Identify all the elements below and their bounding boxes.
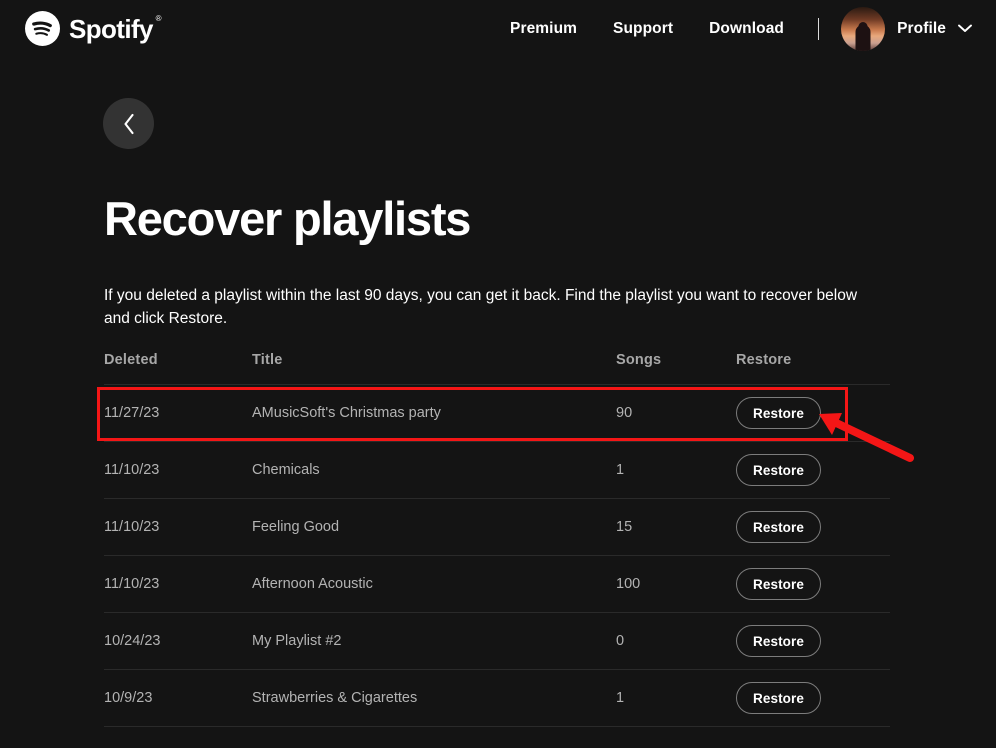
restore-button[interactable]: Restore [736, 397, 821, 429]
cell-songs: 1 [616, 441, 736, 499]
table-row: 10/9/23 Strawberries & Cigarettes 1 Restore [104, 669, 890, 727]
cell-restore: Restore [736, 612, 890, 670]
cell-songs: 0 [616, 612, 736, 670]
table-header-row: Deleted Title Songs Restore [104, 352, 890, 385]
table-header: Deleted Title Songs Restore [104, 352, 890, 385]
cell-title: Strawberries & Cigarettes [252, 669, 616, 727]
table-body: 11/27/23 AMusicSoft's Christmas party 90 Re… [104, 384, 890, 727]
cell-restore: Restore [736, 384, 890, 442]
table-row: 11/27/23 AMusicSoft's Christmas party 90 Re… [104, 384, 890, 442]
table-row: 11/10/23 Afternoon Acoustic 100 Restore [104, 555, 890, 613]
primary-nav-links: Premium Support Download [492, 0, 835, 57]
cell-restore: Restore [736, 669, 890, 727]
cell-title: Afternoon Acoustic [252, 555, 616, 613]
chevron-down-icon [958, 24, 972, 33]
cell-deleted: 11/10/23 [104, 498, 252, 556]
cell-deleted: 11/27/23 [104, 384, 252, 442]
cell-title: AMusicSoft's Christmas party [252, 384, 616, 442]
nav-link-premium[interactable]: Premium [492, 20, 595, 38]
nav-link-download[interactable]: Download [691, 20, 802, 38]
restore-button[interactable]: Restore [736, 511, 821, 543]
cell-songs: 15 [616, 498, 736, 556]
cell-deleted: 10/24/23 [104, 612, 252, 670]
spotify-logo-icon [25, 11, 60, 46]
cell-songs: 90 [616, 384, 736, 442]
cell-title: My Playlist #2 [252, 612, 616, 670]
page-description: If you deleted a playlist within the las… [104, 287, 858, 327]
cell-restore: Restore [736, 498, 890, 556]
back-button[interactable] [103, 98, 154, 149]
cell-restore: Restore [736, 441, 890, 499]
cell-restore: Restore [736, 555, 890, 613]
cell-title: Chemicals [252, 441, 616, 499]
nav-divider [818, 17, 819, 40]
spotify-logo-link[interactable]: Spotify ® [25, 11, 162, 46]
column-header-title: Title [252, 352, 283, 368]
cell-deleted: 10/9/23 [104, 669, 252, 727]
avatar-body [855, 24, 871, 51]
recover-playlists-page: Spotify ® Premium Support Download Profi… [0, 0, 996, 748]
column-header-deleted: Deleted [104, 352, 158, 368]
profile-label: Profile [897, 19, 946, 37]
registered-mark: ® [155, 13, 162, 23]
top-navigation-bar: Spotify ® Premium Support Download Profi… [0, 0, 996, 57]
cell-songs: 1 [616, 669, 736, 727]
table-row: 11/10/23 Chemicals 1 Restore [104, 441, 890, 499]
avatar [841, 6, 886, 51]
chevron-left-icon [121, 113, 137, 135]
table-row: 11/10/23 Feeling Good 15 Restore [104, 498, 890, 556]
column-header-songs: Songs [616, 352, 662, 368]
brand-name: Spotify [69, 13, 154, 44]
cell-songs: 100 [616, 555, 736, 613]
cell-deleted: 11/10/23 [104, 441, 252, 499]
column-header-restore: Restore [736, 352, 792, 368]
cell-deleted: 11/10/23 [104, 555, 252, 613]
brand-wordmark: Spotify ® [69, 13, 162, 44]
cell-title: Feeling Good [252, 498, 616, 556]
restore-button[interactable]: Restore [736, 568, 821, 600]
profile-menu-button[interactable]: Profile [841, 0, 972, 57]
page-title: Recover playlists [104, 192, 471, 245]
restore-button[interactable]: Restore [736, 682, 821, 714]
nav-link-support[interactable]: Support [595, 20, 691, 38]
recover-playlists-table: Deleted Title Songs Restore 11/27/23 AMus… [104, 352, 890, 727]
restore-button[interactable]: Restore [736, 454, 821, 486]
restore-button[interactable]: Restore [736, 625, 821, 657]
table-row: 10/24/23 My Playlist #2 0 Restore [104, 612, 890, 670]
playlists-table-container: Deleted Title Songs Restore 11/27/23 AMus… [104, 352, 890, 727]
